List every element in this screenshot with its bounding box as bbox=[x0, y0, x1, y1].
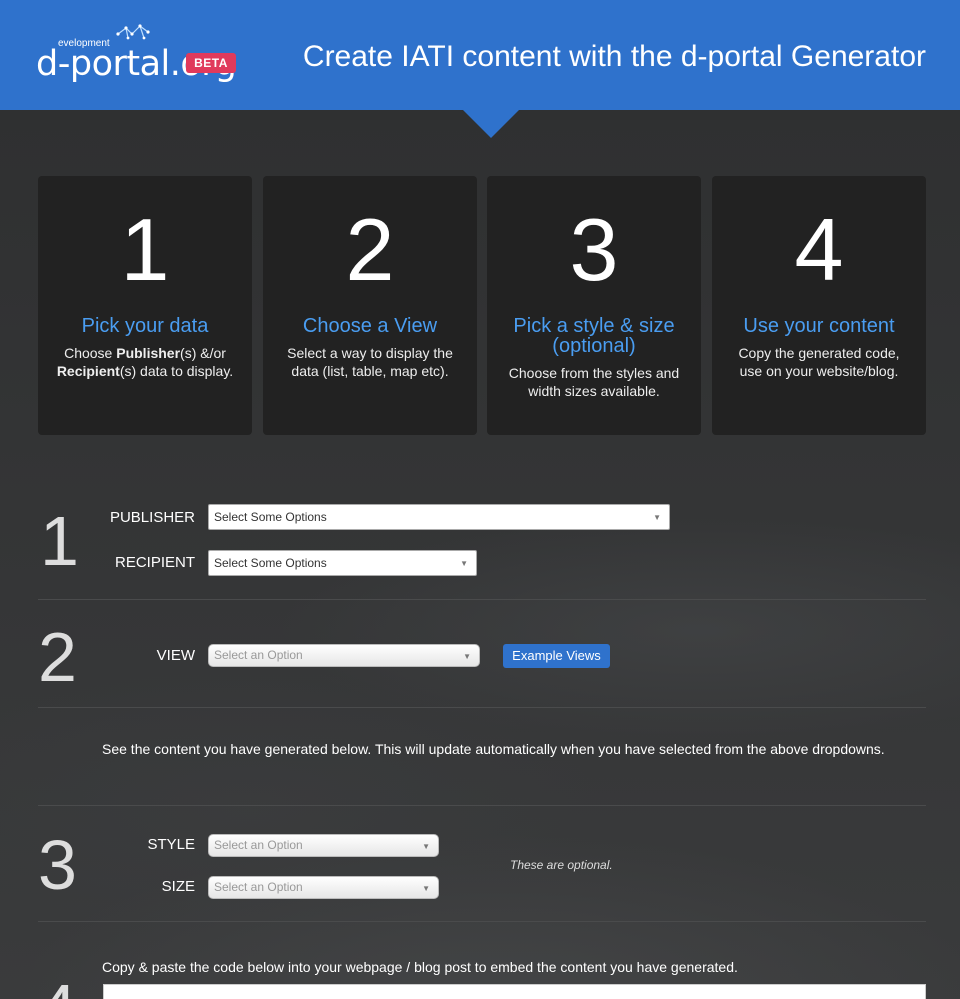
chevron-down-icon: ▼ bbox=[422, 842, 430, 851]
header-pointer bbox=[463, 110, 519, 138]
network-icon bbox=[116, 24, 150, 40]
publisher-label: PUBLISHER bbox=[109, 509, 195, 526]
step-number: 4 bbox=[794, 200, 844, 299]
step-title: Use your content bbox=[743, 315, 895, 337]
step-card-4: 4 Use your content Copy the generated co… bbox=[712, 176, 926, 435]
step-number: 3 bbox=[569, 200, 619, 299]
section-number-2: 2 bbox=[38, 618, 77, 696]
step-description: Select a way to display the data (list, … bbox=[287, 345, 453, 379]
chevron-down-icon: ▼ bbox=[460, 559, 468, 568]
view-select[interactable]: Select an Option ▼ bbox=[208, 644, 480, 667]
recipient-select[interactable]: Select Some Options ▼ bbox=[208, 550, 477, 576]
step-card-1: 1 Pick your data Choose Publisher(s) &/o… bbox=[38, 176, 252, 435]
size-label: SIZE bbox=[161, 878, 195, 895]
optional-note: These are optional. bbox=[510, 858, 613, 872]
chevron-down-icon: ▼ bbox=[422, 884, 430, 893]
style-select[interactable]: Select an Option ▼ bbox=[208, 834, 439, 857]
recipient-label: RECIPIENT bbox=[114, 554, 195, 571]
section-divider bbox=[38, 921, 926, 922]
step-number: 1 bbox=[120, 200, 170, 299]
step-number: 2 bbox=[345, 200, 395, 299]
step-title: Pick your data bbox=[81, 315, 209, 337]
publisher-select[interactable]: Select Some Options ▼ bbox=[208, 504, 670, 530]
generated-content-info: See the content you have generated below… bbox=[102, 741, 885, 757]
page-header: evelopment d-portal.org BETA Create IATI… bbox=[0, 0, 960, 110]
d-portal-logo[interactable]: evelopment d-portal.org bbox=[36, 22, 246, 84]
section-number-3: 3 bbox=[38, 826, 77, 904]
size-select[interactable]: Select an Option ▼ bbox=[208, 876, 439, 899]
embed-instruction: Copy & paste the code below into your we… bbox=[102, 959, 738, 975]
section-number-4: 4 bbox=[38, 974, 77, 999]
publisher-select-placeholder: Select Some Options bbox=[214, 510, 327, 524]
example-views-button[interactable]: Example Views bbox=[503, 644, 610, 668]
section-divider bbox=[38, 805, 926, 806]
recipient-select-placeholder: Select Some Options bbox=[214, 556, 327, 570]
section-divider bbox=[38, 599, 926, 600]
style-label: STYLE bbox=[147, 836, 195, 853]
step-title: Choose a View bbox=[302, 315, 438, 337]
embed-code-textarea[interactable] bbox=[103, 984, 926, 999]
page-title: Create IATI content with the d-portal Ge… bbox=[302, 40, 926, 73]
step-card-2: 2 Choose a View Select a way to display … bbox=[263, 176, 477, 435]
step-description: Choose from the styles and width sizes a… bbox=[508, 365, 680, 399]
view-label: VIEW bbox=[156, 647, 195, 664]
section-number-1: 1 bbox=[40, 502, 79, 580]
section-divider bbox=[38, 707, 926, 708]
style-select-placeholder: Select an Option bbox=[214, 838, 303, 852]
chevron-down-icon: ▼ bbox=[463, 652, 471, 661]
step-description: Copy the generated code, use on your web… bbox=[738, 345, 900, 379]
step-description: Choose Publisher(s) &/or Recipient(s) da… bbox=[56, 345, 234, 379]
step-card-3: 3 Pick a style & size (optional) Choose … bbox=[487, 176, 701, 435]
chevron-down-icon: ▼ bbox=[653, 513, 661, 522]
step-title: Pick a style & size (optional) bbox=[513, 315, 675, 357]
beta-badge: BETA bbox=[186, 53, 236, 73]
size-select-placeholder: Select an Option bbox=[214, 880, 303, 894]
view-select-placeholder: Select an Option bbox=[214, 648, 303, 662]
